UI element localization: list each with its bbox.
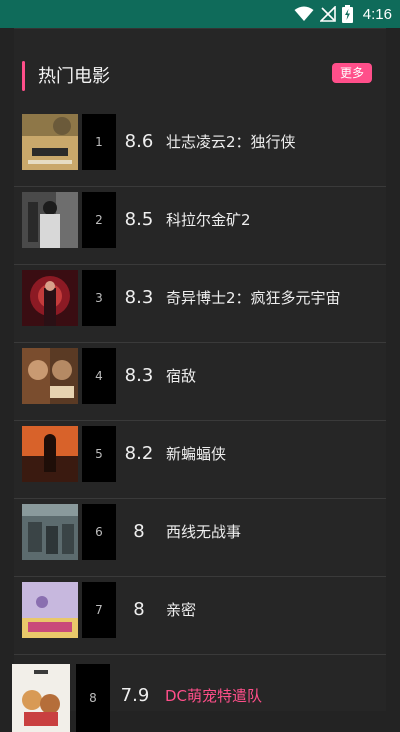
- rank-badge: 3: [82, 270, 116, 326]
- wifi-icon: [294, 6, 314, 21]
- movie-title[interactable]: DC萌宠特遣队: [165, 663, 262, 729]
- rank-badge: 7: [82, 582, 116, 638]
- movie-score: 8.5: [124, 209, 154, 230]
- accent-bar: [22, 61, 25, 91]
- movie-poster[interactable]: [22, 192, 78, 248]
- movie-score: 7.9: [120, 685, 150, 706]
- movie-row[interactable]: 8 7.9 DC萌宠特遣队: [12, 655, 386, 732]
- movie-title[interactable]: 亲密: [166, 577, 196, 643]
- movie-title[interactable]: 壮志凌云2：独行侠: [166, 109, 296, 175]
- section-title: 热门电影: [38, 66, 110, 87]
- rank-badge: 5: [82, 426, 116, 482]
- hot-movies-panel: 热门电影 更多 1 8.6 壮志凌云2：独行侠 2 8.5 科拉尔金矿2 3 8…: [12, 28, 386, 732]
- movie-score: 8.3: [124, 287, 154, 308]
- movie-title[interactable]: 宿敌: [166, 343, 196, 409]
- rank-badge: 6: [82, 504, 116, 560]
- movie-row[interactable]: 1 8.6 壮志凌云2：独行侠: [14, 109, 386, 187]
- movie-row[interactable]: 6 8 西线无战事: [14, 499, 386, 577]
- status-icons: 4:16: [294, 0, 392, 28]
- movie-row[interactable]: 5 8.2 新蝙蝠侠: [14, 421, 386, 499]
- movie-poster[interactable]: [22, 582, 78, 638]
- movie-poster[interactable]: [12, 664, 70, 732]
- movie-score: 8.2: [124, 443, 154, 464]
- status-bar: 4:16: [0, 0, 400, 28]
- rank-badge: 4: [82, 348, 116, 404]
- movie-poster[interactable]: [22, 348, 78, 404]
- movie-poster[interactable]: [22, 114, 78, 170]
- movie-title[interactable]: 新蝙蝠侠: [166, 421, 226, 487]
- status-time: 4:16: [362, 5, 392, 23]
- rank-badge: 8: [76, 664, 110, 732]
- movie-score: 8: [133, 521, 145, 542]
- movie-title[interactable]: 科拉尔金矿2: [166, 187, 251, 253]
- movie-poster[interactable]: [22, 504, 78, 560]
- rank-badge: 1: [82, 114, 116, 170]
- movie-list: 1 8.6 壮志凌云2：独行侠 2 8.5 科拉尔金矿2 3 8.3 奇异博士2…: [12, 109, 386, 732]
- movie-row[interactable]: 2 8.5 科拉尔金矿2: [14, 187, 386, 265]
- movie-score: 8.6: [124, 131, 154, 152]
- section-header: 热门电影 更多: [14, 57, 386, 97]
- movie-poster[interactable]: [22, 270, 78, 326]
- battery-charging-icon: [341, 5, 353, 23]
- movie-poster[interactable]: [22, 426, 78, 482]
- movie-row[interactable]: 3 8.3 奇异博士2：疯狂多元宇宙: [14, 265, 386, 343]
- movie-title[interactable]: 西线无战事: [166, 499, 241, 565]
- movie-row[interactable]: 7 8 亲密: [14, 577, 386, 655]
- movie-row[interactable]: 4 8.3 宿敌: [14, 343, 386, 421]
- rank-badge: 2: [82, 192, 116, 248]
- movie-score: 8: [133, 599, 145, 620]
- movie-score: 8.3: [124, 365, 154, 386]
- no-signal-icon: [319, 6, 336, 22]
- more-button[interactable]: 更多: [331, 63, 372, 83]
- movie-title[interactable]: 奇异博士2：疯狂多元宇宙: [166, 265, 341, 331]
